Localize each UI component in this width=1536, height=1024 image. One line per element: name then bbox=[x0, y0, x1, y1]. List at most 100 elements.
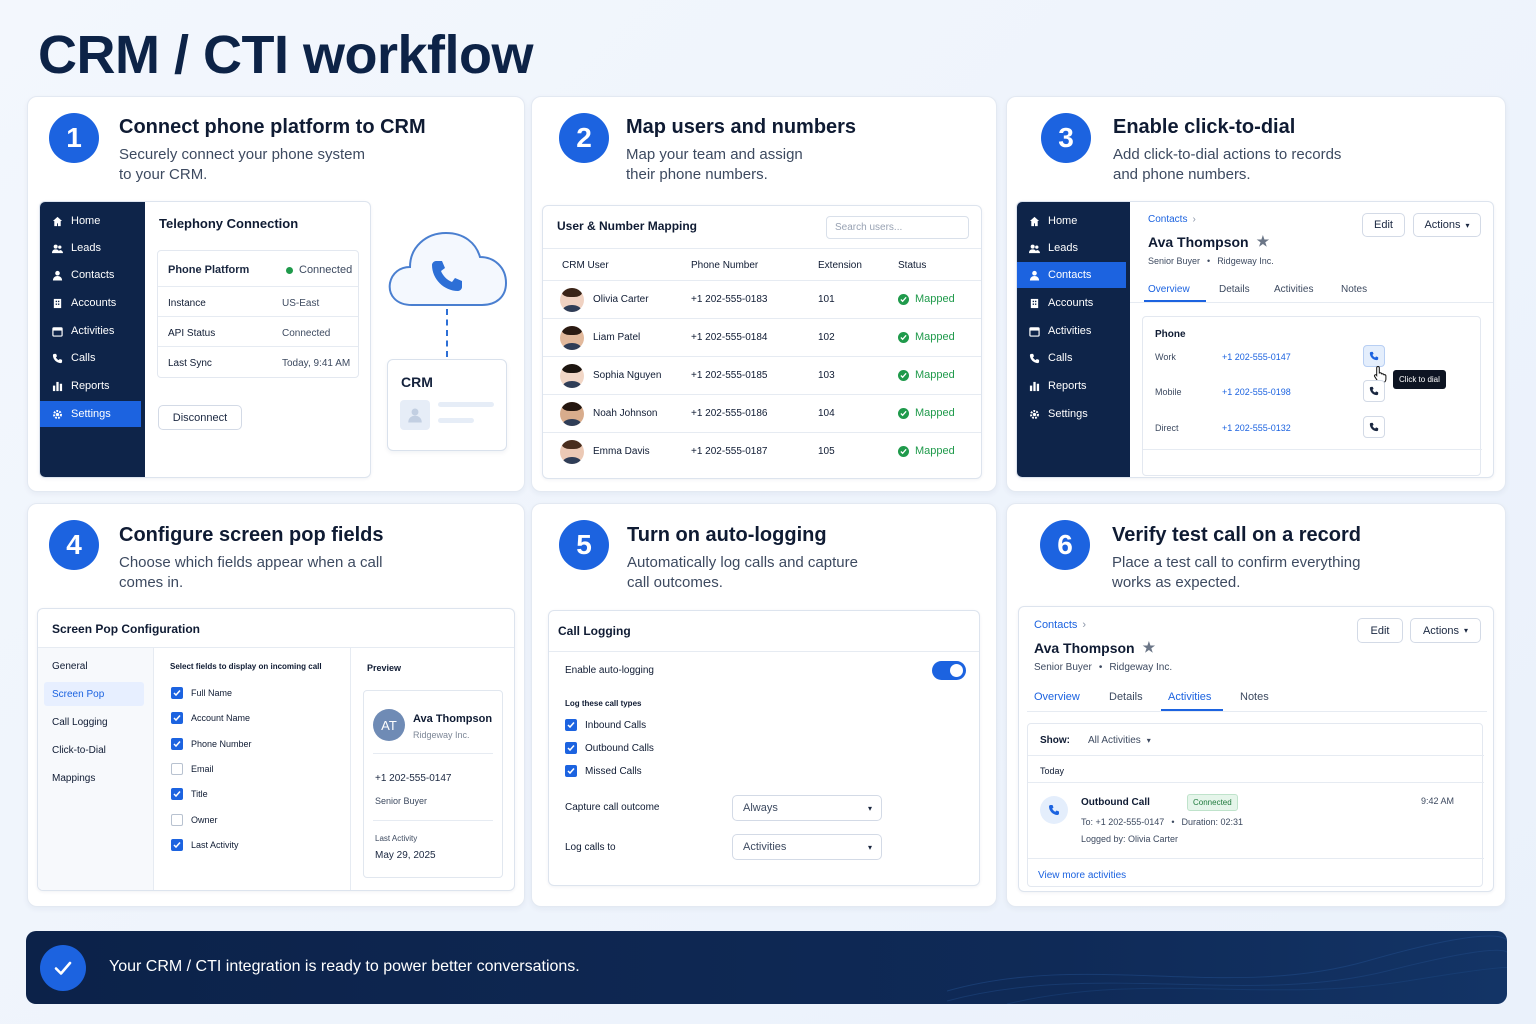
menu-general[interactable]: General bbox=[52, 661, 88, 672]
checkbox-checked[interactable] bbox=[171, 687, 183, 699]
view-more-activities-link[interactable]: View more activities bbox=[1038, 870, 1126, 881]
today-label: Today bbox=[1040, 766, 1065, 776]
nav-item-calls[interactable]: Calls bbox=[40, 345, 145, 371]
actions-button[interactable]: Actions ▾ bbox=[1413, 213, 1481, 237]
nav-item-activities[interactable]: Activities bbox=[40, 318, 145, 344]
phone-icon bbox=[1369, 386, 1379, 396]
table-row[interactable]: Liam Patel +1 202-555-0184 102 Mapped bbox=[543, 319, 981, 357]
phone-icon bbox=[1029, 353, 1040, 364]
nav-item-calls[interactable]: Calls bbox=[1017, 345, 1130, 371]
checkbox-checked[interactable] bbox=[565, 742, 577, 754]
breadcrumb-contacts[interactable]: Contacts bbox=[1148, 214, 1187, 225]
nav-item-home[interactable]: Home bbox=[1017, 208, 1130, 234]
phone-number-link[interactable]: +1 202-555-0198 bbox=[1222, 387, 1291, 397]
step-desc-line1: Map your team and assign bbox=[626, 146, 803, 163]
nav-item-accounts[interactable]: Accounts bbox=[1017, 290, 1130, 316]
cell-extension: 105 bbox=[818, 446, 835, 457]
nav-item-settings[interactable]: Settings bbox=[1017, 401, 1130, 427]
contact-activity-window: Contacts › Ava Thompson ★ Senior Buyer • Rid… bbox=[1018, 606, 1494, 892]
menu-call-logging[interactable]: Call Logging bbox=[52, 717, 108, 728]
call-type-inbound[interactable]: Inbound Calls bbox=[565, 719, 646, 731]
breadcrumb[interactable]: Contacts › bbox=[1148, 214, 1196, 225]
tab-details[interactable]: Details bbox=[1109, 691, 1143, 703]
nav-item-leads[interactable]: Leads bbox=[1017, 235, 1130, 261]
star-icon[interactable]: ★ bbox=[1143, 639, 1156, 656]
nav-item-accounts[interactable]: Accounts bbox=[40, 290, 145, 316]
phone-label: Direct bbox=[1155, 423, 1179, 433]
phone-number-link[interactable]: +1 202-555-0132 bbox=[1222, 423, 1291, 433]
nav-item-contacts[interactable]: Contacts bbox=[40, 262, 145, 288]
menu-click-to-dial[interactable]: Click-to-Dial bbox=[52, 745, 106, 756]
edit-button[interactable]: Edit bbox=[1357, 618, 1403, 643]
checkbox-checked[interactable] bbox=[565, 719, 577, 731]
click-to-dial-button[interactable] bbox=[1363, 416, 1385, 438]
field-option[interactable]: Full Name bbox=[171, 687, 232, 699]
log-calls-to-select[interactable]: Activities ▾ bbox=[732, 834, 882, 860]
user-avatar bbox=[560, 364, 584, 388]
click-to-dial-button[interactable] bbox=[1363, 345, 1385, 367]
nav-item-activities[interactable]: Activities bbox=[1017, 318, 1130, 344]
menu-mappings[interactable]: Mappings bbox=[52, 773, 95, 784]
call-type-missed[interactable]: Missed Calls bbox=[565, 765, 642, 777]
capture-outcome-select[interactable]: Always ▾ bbox=[732, 795, 882, 821]
divider bbox=[1028, 755, 1484, 756]
checkbox-unchecked[interactable] bbox=[171, 762, 183, 775]
actions-button[interactable]: Actions ▾ bbox=[1410, 618, 1481, 643]
activity-filter-select[interactable]: All Activities ▾ bbox=[1088, 735, 1151, 746]
status-label: Mapped bbox=[915, 369, 955, 381]
tab-overview[interactable]: Overview bbox=[1034, 691, 1080, 703]
cell-status: Mapped bbox=[898, 369, 955, 381]
call-type-outbound[interactable]: Outbound Calls bbox=[565, 742, 654, 754]
search-input[interactable]: Search users... bbox=[826, 216, 969, 239]
nav-item-reports[interactable]: Reports bbox=[1017, 373, 1130, 399]
nav-item-home[interactable]: Home bbox=[40, 208, 145, 234]
avatar-shoulders bbox=[563, 381, 581, 388]
checkbox-checked[interactable] bbox=[171, 838, 183, 851]
field-option[interactable]: Email bbox=[171, 762, 214, 775]
table-row[interactable]: Olivia Carter +1 202-555-0183 101 Mapped bbox=[543, 281, 981, 319]
table-header-user: CRM User bbox=[562, 260, 609, 271]
table-row[interactable]: Emma Davis +1 202-555-0187 105 Mapped bbox=[543, 433, 981, 471]
table-row[interactable]: Noah Johnson +1 202-555-0186 104 Mapped bbox=[543, 395, 981, 433]
star-icon[interactable]: ★ bbox=[1257, 233, 1270, 250]
field-option[interactable]: Account Name bbox=[171, 712, 250, 725]
tab-notes[interactable]: Notes bbox=[1240, 691, 1269, 703]
tab-overview[interactable]: Overview bbox=[1148, 284, 1190, 295]
breadcrumb-contacts[interactable]: Contacts bbox=[1034, 619, 1077, 631]
divider bbox=[549, 651, 979, 652]
nav-item-contacts[interactable]: Contacts bbox=[1017, 262, 1126, 288]
cell-phone: +1 202-555-0185 bbox=[691, 370, 768, 381]
nav-item-leads[interactable]: Leads bbox=[40, 235, 145, 261]
step-number-badge: 3 bbox=[1041, 113, 1091, 163]
checkbox-unchecked[interactable] bbox=[171, 813, 183, 826]
checkbox-checked[interactable] bbox=[171, 737, 183, 750]
divider bbox=[153, 648, 154, 890]
edit-button[interactable]: Edit bbox=[1362, 213, 1405, 237]
checkbox-checked[interactable] bbox=[565, 765, 577, 777]
tab-notes[interactable]: Notes bbox=[1341, 284, 1367, 295]
checkbox-checked[interactable] bbox=[171, 788, 183, 801]
disconnect-button[interactable]: Disconnect bbox=[158, 405, 242, 430]
tab-activities[interactable]: Activities bbox=[1274, 284, 1313, 295]
tab-details[interactable]: Details bbox=[1219, 284, 1250, 295]
auto-logging-toggle[interactable] bbox=[932, 661, 966, 680]
nav-item-settings[interactable]: Settings bbox=[40, 401, 141, 427]
field-option[interactable]: Title bbox=[171, 788, 208, 801]
breadcrumb[interactable]: Contacts › bbox=[1034, 619, 1086, 631]
field-option[interactable]: Phone Number bbox=[171, 737, 252, 750]
checkbox-checked[interactable] bbox=[171, 712, 183, 725]
tab-activities[interactable]: Activities bbox=[1168, 691, 1211, 703]
chevron-down-icon: ▾ bbox=[1464, 626, 1469, 635]
crm-avatar-icon bbox=[400, 400, 430, 430]
nav-item-reports[interactable]: Reports bbox=[40, 373, 145, 399]
phone-number-link[interactable]: +1 202-555-0147 bbox=[1222, 352, 1291, 362]
field-option[interactable]: Last Activity bbox=[171, 838, 239, 851]
phone-section: Phone Work +1 202-555-0147 Click to dial… bbox=[1142, 316, 1482, 476]
row-value: Today, 9:41 AM bbox=[282, 358, 351, 369]
field-option[interactable]: Owner bbox=[171, 813, 218, 826]
table-row[interactable]: Sophia Nguyen +1 202-555-0185 103 Mapped bbox=[543, 357, 981, 395]
click-to-dial-button[interactable] bbox=[1363, 380, 1385, 402]
divider bbox=[158, 316, 358, 317]
menu-screen-pop[interactable]: Screen Pop bbox=[52, 689, 104, 700]
status-label: Mapped bbox=[915, 293, 955, 305]
